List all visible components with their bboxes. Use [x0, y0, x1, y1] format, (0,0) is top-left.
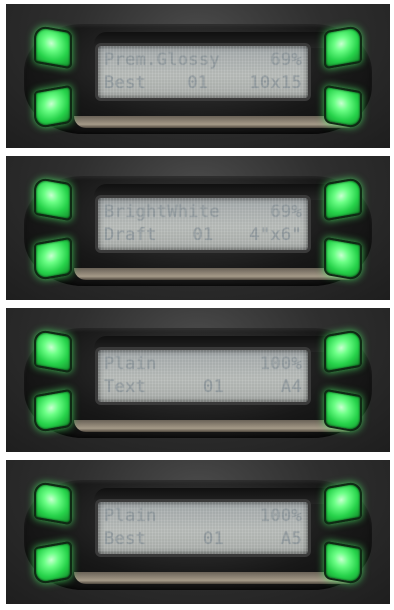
right-upper-button[interactable]: [324, 328, 362, 374]
ink-level: 69%: [270, 202, 302, 222]
left-upper-button[interactable]: [34, 176, 72, 222]
copy-count: 01: [187, 73, 209, 93]
paper-type: BrightWhite: [104, 202, 220, 222]
ink-level: 100%: [259, 506, 302, 526]
right-upper-button[interactable]: [324, 480, 362, 526]
lcd-line-2: Best 01 10x15: [104, 72, 302, 94]
lcd-display: BrightWhite 69% Draft 01 4"x6": [98, 198, 308, 250]
printer-panel-2: BrightWhite 69% Draft 01 4"x6": [6, 156, 390, 300]
print-quality: Best: [104, 529, 147, 549]
printer-panel-1: Prem.Glossy 69% Best 01 10x15: [6, 4, 390, 148]
printer-panel-3: Plain 100% Text 01 A4: [6, 308, 390, 452]
bezel-lower-lip: [74, 268, 358, 280]
right-lower-button[interactable]: [324, 236, 362, 282]
paper-size: A4: [280, 377, 302, 397]
lcd-line-1: Plain 100%: [104, 353, 302, 375]
lcd-line-1: BrightWhite 69%: [104, 201, 302, 223]
left-upper-button[interactable]: [34, 24, 72, 70]
copy-count: 01: [202, 377, 225, 397]
paper-size: 10x15: [249, 73, 302, 93]
print-quality: Draft: [104, 225, 157, 245]
ink-level: 100%: [259, 354, 302, 374]
right-upper-button[interactable]: [324, 24, 362, 70]
paper-type: Plain: [104, 506, 157, 526]
paper-size: A5: [280, 529, 302, 549]
lcd-line-1: Plain 100%: [104, 505, 302, 527]
paper-type: Plain: [104, 354, 157, 374]
bezel-lower-lip: [74, 116, 358, 128]
right-upper-button[interactable]: [324, 176, 362, 222]
lcd-line-2: Best 01 A5: [104, 528, 302, 550]
right-lower-button[interactable]: [324, 84, 362, 130]
paper-type: Prem.Glossy: [104, 50, 220, 70]
print-quality: Best: [104, 73, 147, 93]
right-lower-button[interactable]: [324, 388, 362, 434]
lcd-line-2: Text 01 A4: [104, 376, 302, 398]
lcd-display: Plain 100% Text 01 A4: [98, 350, 308, 402]
right-lower-button[interactable]: [324, 540, 362, 586]
ink-level: 69%: [270, 50, 302, 70]
printer-panel-4: Plain 100% Best 01 A5: [6, 460, 390, 604]
left-lower-button[interactable]: [34, 540, 72, 586]
bezel-lower-lip: [74, 420, 358, 432]
copy-count: 01: [192, 225, 214, 245]
left-upper-button[interactable]: [34, 480, 72, 526]
print-quality: Text: [104, 377, 147, 397]
lcd-line-1: Prem.Glossy 69%: [104, 49, 302, 71]
lcd-line-2: Draft 01 4"x6": [104, 224, 302, 246]
left-lower-button[interactable]: [34, 236, 72, 282]
lcd-display: Plain 100% Best 01 A5: [98, 502, 308, 554]
left-upper-button[interactable]: [34, 328, 72, 374]
lcd-display: Prem.Glossy 69% Best 01 10x15: [98, 46, 308, 98]
copy-count: 01: [202, 529, 225, 549]
bezel-lower-lip: [74, 572, 358, 584]
left-lower-button[interactable]: [34, 84, 72, 130]
paper-size: 4"x6": [249, 225, 302, 245]
left-lower-button[interactable]: [34, 388, 72, 434]
